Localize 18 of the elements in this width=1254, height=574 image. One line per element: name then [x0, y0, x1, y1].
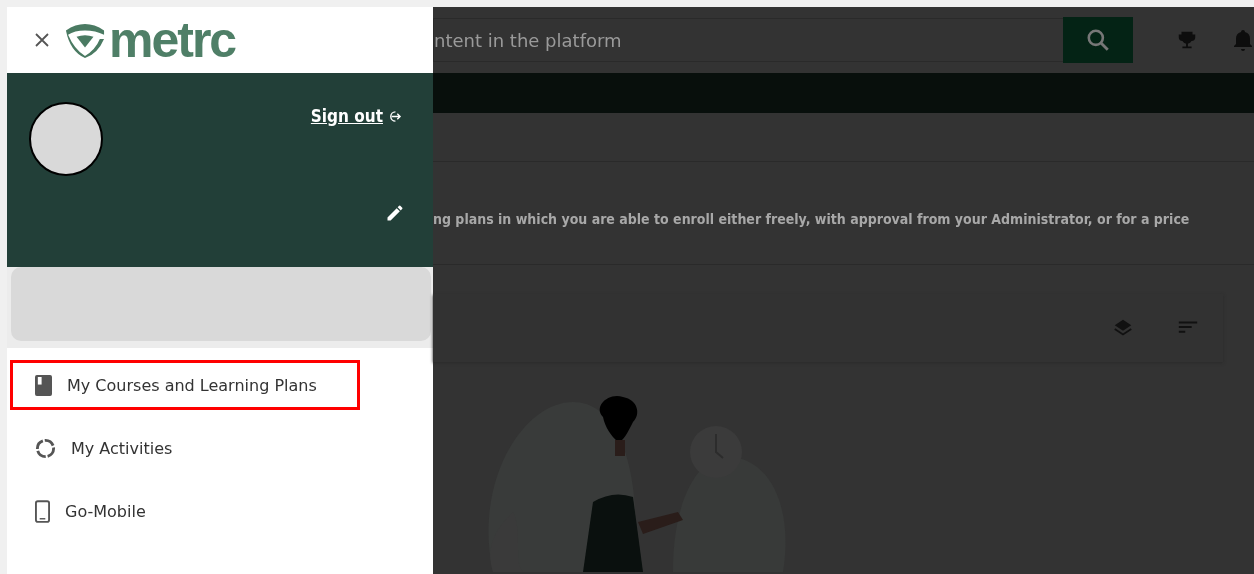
sign-out-icon — [387, 109, 402, 123]
menu-item[interactable]: My Activities — [10, 423, 360, 473]
page-description: ng plans in which you are able to enroll either freely, with approval from your Administrator, or for a price — [433, 211, 1190, 227]
phone-icon — [35, 499, 50, 523]
menu-item[interactable]: My Courses and Learning Plans — [10, 360, 360, 410]
bell-icon[interactable] — [1233, 28, 1253, 52]
close-icon[interactable] — [35, 33, 49, 47]
shield-icon — [63, 22, 107, 58]
edit-icon[interactable] — [385, 203, 405, 223]
book-icon — [35, 374, 52, 396]
search-field[interactable]: ntent in the platform — [433, 18, 1063, 62]
trophy-icon[interactable] — [1176, 29, 1198, 51]
search-button[interactable] — [1063, 17, 1133, 63]
search-icon — [1085, 27, 1111, 53]
sign-out-link[interactable]: Sign out — [310, 106, 402, 126]
logo-text: metrc — [109, 15, 236, 65]
menu-item[interactable]: Go-Mobile — [10, 486, 360, 536]
ring-icon — [35, 437, 56, 459]
